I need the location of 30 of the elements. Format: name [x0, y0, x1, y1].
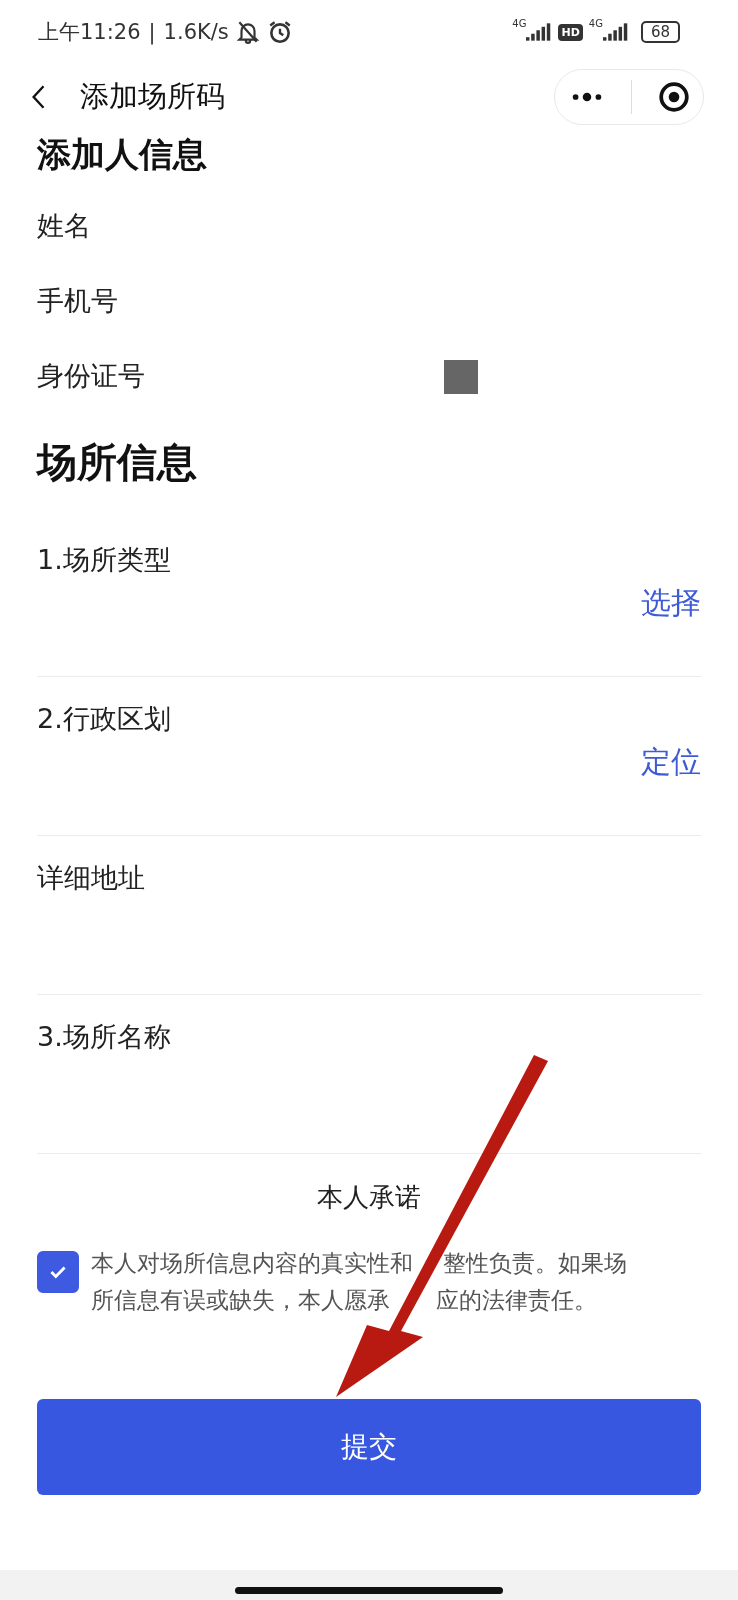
pledge-text: 应的法律责任。: [436, 1286, 597, 1315]
field-label: 手机号: [37, 283, 118, 318]
status-divider: |: [148, 20, 156, 44]
checkbox[interactable]: [37, 1251, 79, 1293]
battery-indicator: 68: [640, 21, 680, 43]
signal-icon: [526, 23, 553, 41]
field-label: 身份证号: [37, 358, 145, 393]
close-icon[interactable]: [658, 81, 691, 113]
action-link[interactable]: 定位: [641, 741, 701, 783]
field-label: 3.场所名称: [37, 1020, 172, 1054]
network-label: 4G: [588, 18, 603, 29]
section-title: 场所信息: [37, 438, 198, 487]
pledge-text: 本人对场所信息内容的真实性和: [91, 1249, 413, 1278]
section-title: 添加人信息: [37, 133, 208, 176]
hd-badge: HD: [558, 23, 583, 41]
action-link[interactable]: 选择: [641, 582, 701, 624]
field-label: 详细地址: [37, 861, 146, 895]
pledge-title: 本人承诺: [316, 1181, 422, 1214]
submit-button[interactable]: 提交: [37, 1399, 701, 1495]
status-time: 上午11:26: [38, 19, 141, 46]
field-label: 2.行政区划: [37, 702, 172, 736]
field-label: 姓名: [37, 208, 91, 243]
network-label: 4G: [512, 18, 527, 29]
field-label: 1.场所类型: [37, 543, 172, 577]
signal-icon: [602, 23, 629, 41]
network-speed: 1.6K/s: [163, 20, 229, 44]
mute-bell-icon: [234, 19, 261, 45]
pledge-text: 所信息有误或缺失，本人愿承: [91, 1286, 390, 1315]
pledge-text: 整性负责。如果场: [443, 1249, 627, 1278]
page-title: 添加场所码: [80, 78, 225, 115]
